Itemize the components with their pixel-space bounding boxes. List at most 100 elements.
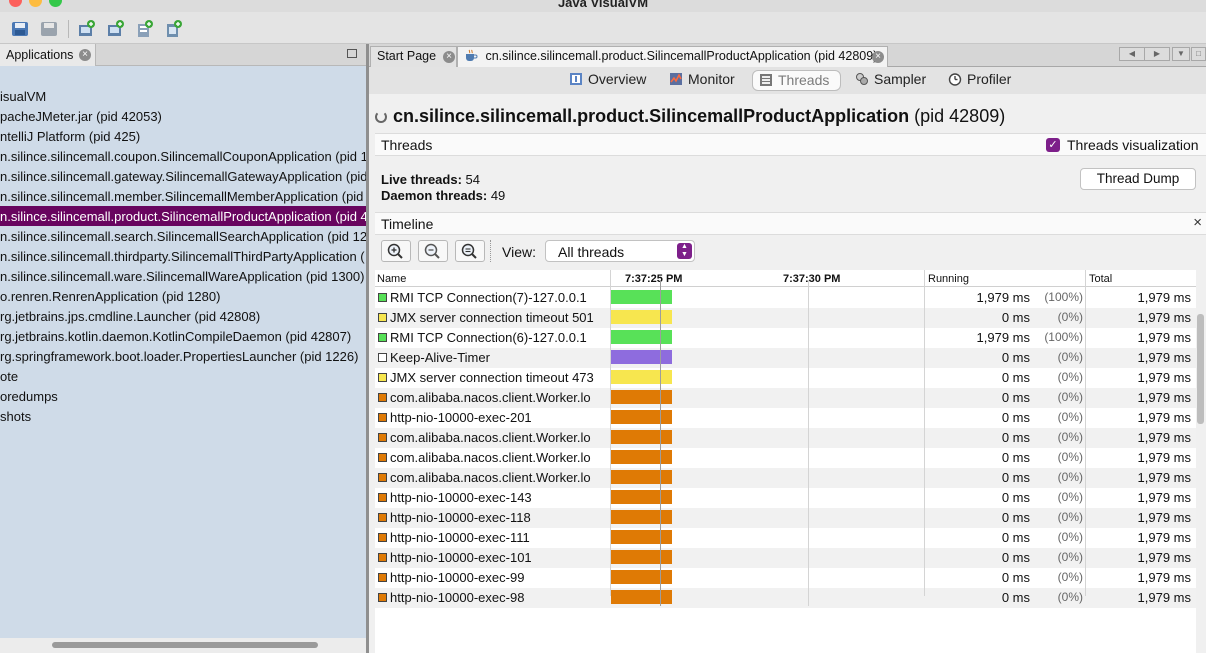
thread-row[interactable]: http-nio-10000-exec-143 0 ms (0%) 1,979 ms [375,488,1196,508]
threads-visualization-label[interactable]: Threads visualization [1067,137,1199,153]
thread-row[interactable]: com.alibaba.nacos.client.Worker.lo 0 ms (0… [375,428,1196,448]
thread-row[interactable]: http-nio-10000-exec-201 0 ms (0%) 1,979 ms [375,408,1196,428]
tree-item[interactable]: o.renren.RenrenApplication (pid 1280) [0,286,366,306]
tree-item[interactable]: n.silince.silincemall.search.Silincemall… [0,226,366,246]
thread-row[interactable]: com.alibaba.nacos.client.Worker.lo 0 ms (0… [375,468,1196,488]
running-percent: (0%) [1057,450,1083,464]
tree-item[interactable]: n.silince.silincemall.thirdparty.Silince… [0,246,366,266]
threads-tab[interactable]: Threads [752,70,841,91]
tree-item[interactable]: n.silince.silincemall.ware.SilincemallWa… [0,266,366,286]
thread-state-swatch [378,493,387,502]
thread-state-bar [611,370,672,384]
total-time: 1,979 ms [1137,450,1191,465]
tree-item[interactable]: rg.jetbrains.kotlin.daemon.KotlinCompile… [0,326,366,346]
tree-item[interactable]: rg.springframework.boot.loader.Propertie… [0,346,366,366]
close-start-page-tab-icon[interactable]: × [443,51,455,63]
total-time: 1,979 ms [1137,430,1191,445]
close-application-tab-icon[interactable]: × [872,51,884,63]
name-column-header[interactable]: Name [377,273,406,285]
thread-row[interactable]: http-nio-10000-exec-99 0 ms (0%) 1,979 ms [375,568,1196,588]
horizontal-scrollbar-thumb[interactable] [52,642,318,648]
thread-row[interactable]: http-nio-10000-exec-118 0 ms (0%) 1,979 ms [375,508,1196,528]
threads-section-header: Threads ✓ Threads visualization [375,133,1206,156]
zoom-in-button[interactable] [381,240,411,262]
thread-row[interactable]: com.alibaba.nacos.client.Worker.lo 0 ms (0… [375,448,1196,468]
scroll-tabs-left-icon[interactable]: ◀ [1119,47,1145,61]
zoom-out-button[interactable] [418,240,448,262]
thread-name: http-nio-10000-exec-201 [390,410,532,425]
tree-item[interactable]: ote [0,366,366,386]
total-time: 1,979 ms [1137,490,1191,505]
vertical-scrollbar[interactable] [1197,314,1204,424]
tree-item[interactable]: n.silince.silincemall.product.Silincemal… [0,206,366,226]
threads-visualization-checkbox[interactable]: ✓ [1046,138,1060,152]
thread-row[interactable]: com.alibaba.nacos.client.Worker.lo 0 ms (0… [375,388,1196,408]
applications-tree[interactable]: isualVM pacheJMeter.jar (pid 42053) ntelli… [0,66,366,638]
add-vm-coredump-icon[interactable] [135,20,153,38]
thread-row[interactable]: http-nio-10000-exec-111 0 ms (0%) 1,979 ms [375,528,1196,548]
thread-row[interactable]: RMI TCP Connection(7)-127.0.0.1 1,979 ms (… [375,288,1196,308]
start-page-tab[interactable]: Start Page × [370,46,457,67]
profiler-tab[interactable]: Profiler [942,70,1020,91]
running-time: 0 ms [1001,370,1030,385]
overview-tab[interactable]: Overview [563,70,653,91]
tree-item[interactable]: n.silince.silincemall.gateway.Silincemal… [0,166,366,186]
applications-tab[interactable]: Applications × [0,44,96,66]
thread-state-bar [611,490,672,504]
zoom-fit-button[interactable] [455,240,485,262]
tree-item[interactable]: oredumps [0,386,366,406]
thread-row[interactable]: Keep-Alive-Timer 0 ms (0%) 1,979 ms [375,348,1196,368]
thread-name: com.alibaba.nacos.client.Worker.lo [390,470,591,485]
thread-state-swatch [378,433,387,442]
applications-tab-bar: Applications × [0,44,366,66]
close-timeline-icon[interactable]: × [1193,214,1202,231]
tree-item[interactable]: shots [0,406,366,426]
add-jmx-connection-icon[interactable] [77,20,95,38]
thread-state-bar [611,410,672,424]
minimize-panel-icon[interactable] [347,49,357,58]
thread-row[interactable]: RMI TCP Connection(6)-127.0.0.1 1,979 ms (… [375,328,1196,348]
scroll-tabs-right-icon[interactable]: ▶ [1144,47,1170,61]
tree-item[interactable]: pacheJMeter.jar (pid 42053) [0,106,366,126]
add-remote-host-icon[interactable] [106,20,124,38]
thread-name: Keep-Alive-Timer [390,350,490,365]
tree-item[interactable]: n.silince.silincemall.coupon.Silincemall… [0,146,366,166]
thread-row[interactable]: JMX server connection timeout 501 0 ms (0%… [375,308,1196,328]
total-time: 1,979 ms [1137,390,1191,405]
sampler-tab[interactable]: Sampler [849,70,929,91]
add-snapshot-icon[interactable] [164,20,182,38]
thread-dump-button[interactable]: Thread Dump [1080,168,1196,190]
load-snapshot-icon[interactable] [11,20,29,38]
profiler-icon [948,72,962,86]
thread-state-bar [611,570,672,584]
total-time: 1,979 ms [1137,470,1191,485]
running-column-header[interactable]: Running [928,273,969,285]
tree-item[interactable]: rg.jetbrains.jps.cmdline.Launcher (pid 4… [0,306,366,326]
tree-item[interactable]: ntelliJ Platform (pid 425) [0,126,366,146]
document-tab-bar: Start Page × cn.silince.silincemall.prod… [369,44,1206,67]
total-column-header[interactable]: Total [1089,273,1112,285]
save-snapshot-icon[interactable] [40,20,58,38]
timeline-title: Timeline [381,216,434,232]
view-label: View: [502,244,536,260]
application-tab[interactable]: cn.silince.silincemall.product.Silincema… [457,46,888,67]
monitor-tab[interactable]: Monitor [663,70,749,91]
thread-name: RMI TCP Connection(7)-127.0.0.1 [390,290,587,305]
thread-row[interactable]: JMX server connection timeout 473 0 ms (0%… [375,368,1196,388]
running-time: 0 ms [1001,450,1030,465]
application-tab-label: cn.silince.silincemall.product.Silincema… [485,49,878,63]
tab-list-dropdown-icon[interactable]: ▼ [1172,47,1190,61]
maximize-document-icon[interactable]: □ [1191,47,1206,61]
horizontal-scrollbar[interactable] [0,638,366,653]
timeline-tick [660,280,661,606]
thread-row[interactable]: http-nio-10000-exec-98 0 ms (0%) 1,979 ms [375,588,1196,608]
thread-state-swatch [378,353,387,362]
running-time: 0 ms [1001,570,1030,585]
tree-item[interactable]: n.silince.silincemall.member.Silincemall… [0,186,366,206]
thread-state-swatch [378,513,387,522]
thread-row[interactable]: http-nio-10000-exec-101 0 ms (0%) 1,979 ms [375,548,1196,568]
running-time: 1,979 ms [976,330,1030,345]
tree-item[interactable]: isualVM [0,86,366,106]
view-select[interactable]: All threads ▲ ▼ [545,240,695,262]
close-applications-tab-icon[interactable]: × [79,49,91,61]
